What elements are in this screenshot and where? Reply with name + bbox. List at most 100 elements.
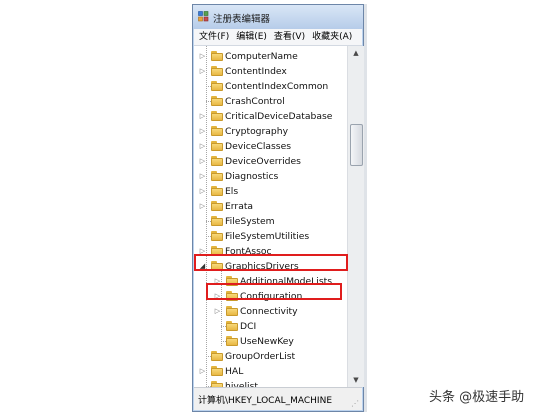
- tree-item[interactable]: ▷ ContentIndex: [194, 64, 347, 79]
- folder-icon: [211, 126, 223, 136]
- menu-edit[interactable]: 编辑(E): [232, 29, 270, 43]
- tree-item[interactable]: ▷ Errata: [194, 199, 347, 214]
- tree-pane: ▷ ComputerName ▷ ContentIndex ContentIndexCo…: [194, 46, 364, 387]
- folder-icon: [211, 246, 223, 256]
- collapsed-arrow-icon[interactable]: ▷: [198, 49, 207, 64]
- folder-icon: [226, 306, 238, 316]
- menu-file[interactable]: 文件(F): [194, 29, 232, 43]
- collapsed-arrow-icon[interactable]: ▷: [213, 274, 222, 289]
- tree-item[interactable]: DCI: [194, 319, 347, 334]
- folder-icon: [211, 186, 223, 196]
- folder-icon: [211, 231, 223, 241]
- tree-item[interactable]: GroupOrderList: [194, 349, 347, 364]
- collapsed-arrow-icon[interactable]: ▷: [198, 184, 207, 199]
- tree-item-label: AdditionalModeLists: [240, 276, 333, 287]
- status-path: 计算机\HKEY_LOCAL_MACHINE: [198, 396, 333, 406]
- registry-editor-icon: [198, 11, 209, 22]
- tree-item[interactable]: ▷ ComputerName: [194, 49, 347, 64]
- tree-item-label: ContentIndexCommon: [225, 81, 329, 92]
- collapsed-arrow-icon[interactable]: ▷: [198, 199, 207, 214]
- collapsed-arrow-icon[interactable]: ▷: [198, 139, 207, 154]
- vertical-scrollbar[interactable]: ▲ ▼: [347, 46, 364, 387]
- folder-icon: [211, 81, 223, 91]
- tree-item[interactable]: CrashControl: [194, 94, 347, 109]
- tree-item-label: ComputerName: [225, 51, 298, 62]
- folder-icon: [211, 156, 223, 166]
- tree-item[interactable]: ContentIndexCommon: [194, 79, 347, 94]
- menu-favorites[interactable]: 收藏夹(A): [308, 29, 355, 43]
- status-bar: 计算机\HKEY_LOCAL_MACHINE ⋰: [194, 387, 362, 410]
- tree-item[interactable]: ▷ DeviceClasses: [194, 139, 347, 154]
- scroll-down-icon[interactable]: ▼: [348, 373, 364, 387]
- tree-item-label: Configuration: [240, 291, 303, 302]
- tree-item-label: FontAssoc: [225, 246, 272, 257]
- window-title: 注册表编辑器: [213, 14, 271, 25]
- tree-item-label: ContentIndex: [225, 66, 287, 77]
- folder-icon: [211, 51, 223, 61]
- tree-item-label: Els: [225, 186, 239, 197]
- tree-item[interactable]: FileSystemUtilities: [194, 229, 347, 244]
- title-bar[interactable]: 注册表编辑器: [193, 5, 363, 29]
- tree-item-label: HAL: [225, 366, 244, 377]
- tree-item-label: Errata: [225, 201, 254, 212]
- folder-icon: [211, 171, 223, 181]
- collapsed-arrow-icon[interactable]: ▷: [198, 109, 207, 124]
- folder-icon: [226, 276, 238, 286]
- folder-icon: [211, 201, 223, 211]
- folder-icon: [211, 141, 223, 151]
- tree-item[interactable]: FileSystem: [194, 214, 347, 229]
- tree-item-label: hivelist: [225, 381, 258, 387]
- tree-item-label: Cryptography: [225, 126, 289, 137]
- tree-item-label: DCI: [240, 321, 257, 332]
- tree-item[interactable]: hivelist: [194, 379, 347, 387]
- watermark-text: 头条 @极速手助: [429, 390, 525, 405]
- scroll-up-icon[interactable]: ▲: [348, 46, 364, 60]
- folder-icon: [226, 321, 238, 331]
- folder-icon: [211, 351, 223, 361]
- resize-grip-icon[interactable]: ⋰: [351, 399, 360, 408]
- tree-item[interactable]: ▷ Diagnostics: [194, 169, 347, 184]
- folder-icon: [211, 111, 223, 121]
- folder-icon: [211, 261, 223, 271]
- tree-item-label: DeviceOverrides: [225, 156, 301, 167]
- tree-item[interactable]: ▷ DeviceOverrides: [194, 154, 347, 169]
- tree-item[interactable]: ▷ FontAssoc: [194, 244, 347, 259]
- tree-item[interactable]: ▷ CriticalDeviceDatabase: [194, 109, 347, 124]
- collapsed-arrow-icon[interactable]: ▷: [198, 64, 207, 79]
- registry-tree[interactable]: ▷ ComputerName ▷ ContentIndex ContentIndexCo…: [194, 46, 347, 387]
- folder-icon: [211, 66, 223, 76]
- window-right-border: [364, 4, 367, 412]
- tree-item-label: Connectivity: [240, 306, 298, 317]
- tree-item[interactable]: ◢ GraphicsDrivers: [194, 259, 347, 274]
- tree-item-label: DeviceClasses: [225, 141, 292, 152]
- tree-item[interactable]: ▷ Configuration: [194, 289, 347, 304]
- tree-item-label: FileSystemUtilities: [225, 231, 310, 242]
- menu-view[interactable]: 查看(V): [270, 29, 308, 43]
- folder-icon: [211, 216, 223, 226]
- tree-item[interactable]: ▷ HAL: [194, 364, 347, 379]
- menu-bar: 文件(F) 编辑(E) 查看(V) 收藏夹(A): [194, 29, 362, 46]
- collapsed-arrow-icon[interactable]: ▷: [198, 364, 207, 379]
- tree-item-label: CriticalDeviceDatabase: [225, 111, 333, 122]
- collapsed-arrow-icon[interactable]: ▷: [198, 154, 207, 169]
- collapsed-arrow-icon[interactable]: ▷: [198, 169, 207, 184]
- collapsed-arrow-icon[interactable]: ▷: [213, 304, 222, 319]
- tree-item-label: UseNewKey: [240, 336, 294, 347]
- tree-item[interactable]: ▷ Connectivity: [194, 304, 347, 319]
- tree-item[interactable]: ▷ Els: [194, 184, 347, 199]
- collapsed-arrow-icon[interactable]: ▷: [198, 244, 207, 259]
- tree-item[interactable]: UseNewKey: [194, 334, 347, 349]
- tree-item-label: CrashControl: [225, 96, 285, 107]
- folder-icon: [211, 96, 223, 106]
- tree-item[interactable]: ▷ AdditionalModeLists: [194, 274, 347, 289]
- tree-item-label: GraphicsDrivers: [225, 261, 299, 272]
- tree-item-label: GroupOrderList: [225, 351, 296, 362]
- registry-editor-window: 注册表编辑器 文件(F) 编辑(E) 查看(V) 收藏夹(A) ▷ ComputerNa…: [192, 4, 364, 412]
- collapsed-arrow-icon[interactable]: ▷: [198, 124, 207, 139]
- tree-item-label: FileSystem: [225, 216, 275, 227]
- tree-item[interactable]: ▷ Cryptography: [194, 124, 347, 139]
- collapsed-arrow-icon[interactable]: ▷: [213, 289, 222, 304]
- expanded-arrow-icon[interactable]: ◢: [198, 259, 207, 274]
- folder-icon: [226, 291, 238, 301]
- scroll-thumb[interactable]: [350, 124, 363, 166]
